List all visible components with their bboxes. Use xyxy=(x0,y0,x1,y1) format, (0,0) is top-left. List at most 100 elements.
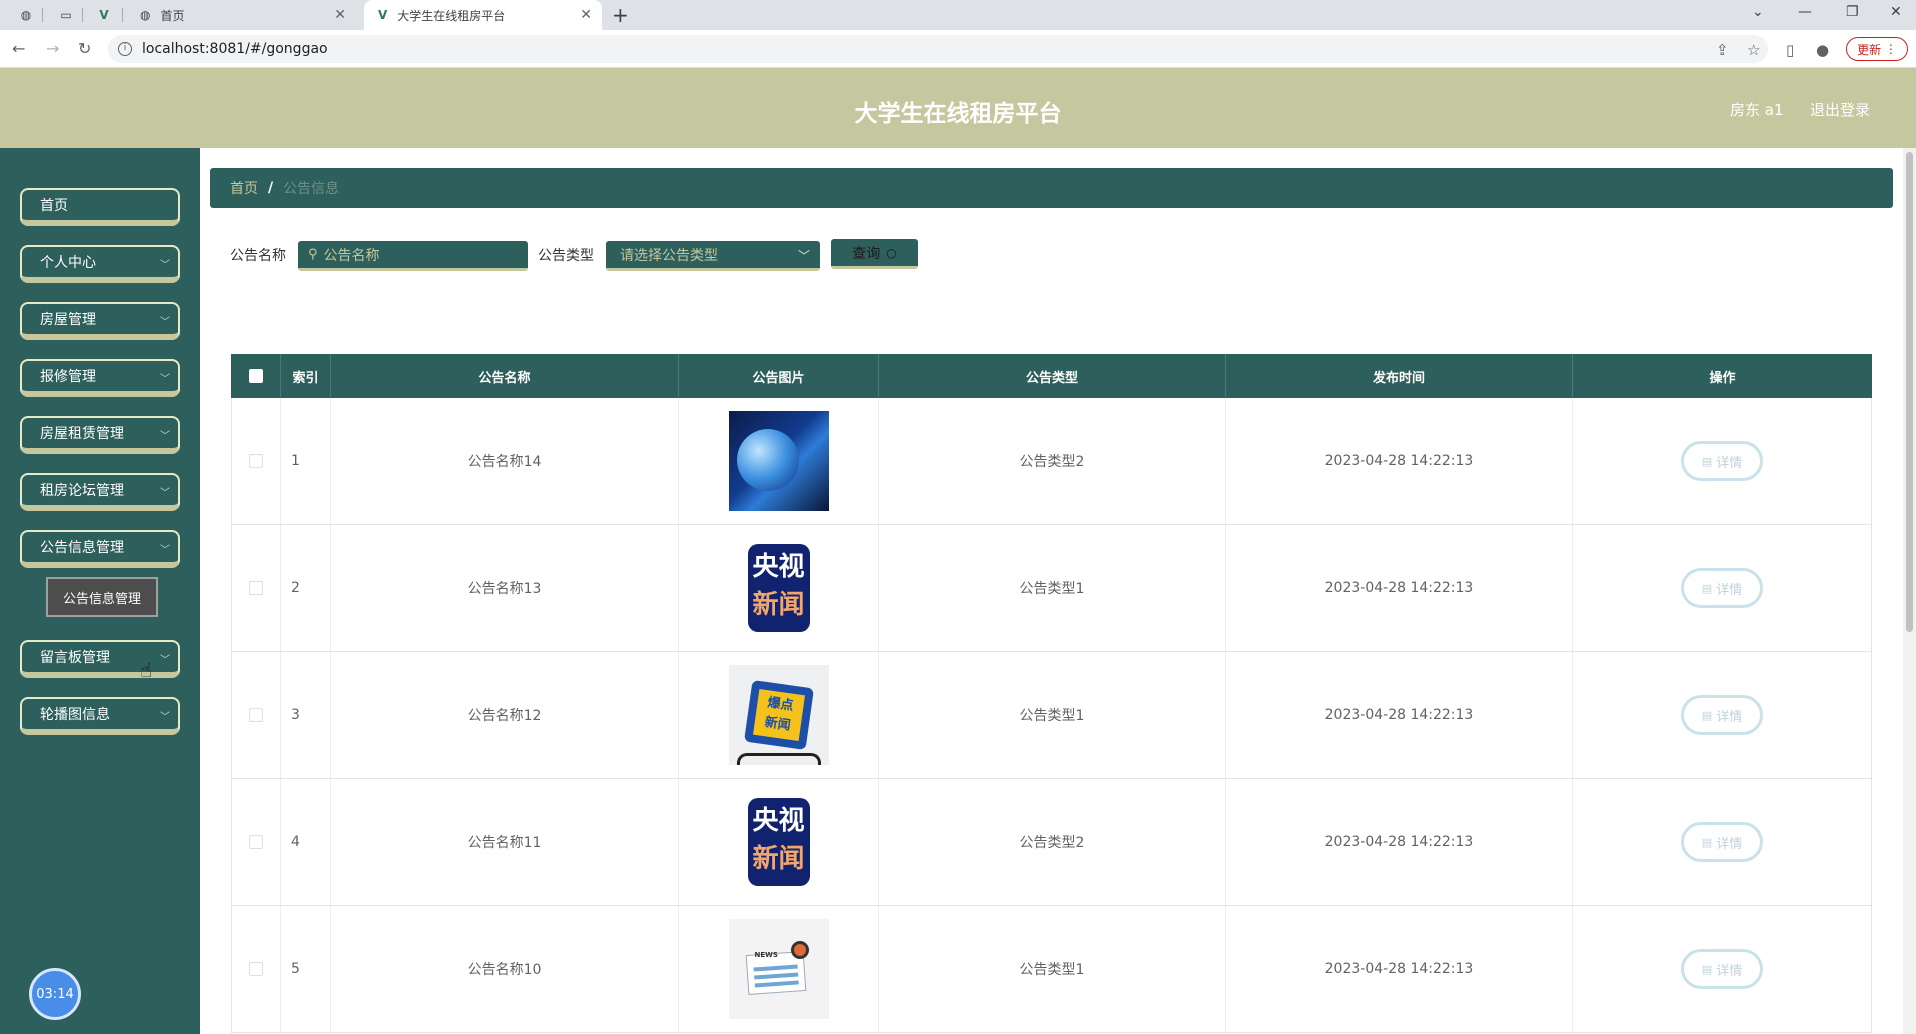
sidebar-item-house[interactable]: 房屋管理 ﹀ xyxy=(20,302,180,340)
select-all-cell xyxy=(231,354,281,398)
sidebar-item-carousel[interactable]: 轮播图信息 ﹀ xyxy=(20,697,180,735)
forward-icon[interactable]: → xyxy=(46,39,59,58)
sidebar-item-profile[interactable]: 个人中心 ﹀ xyxy=(20,245,180,283)
row-time: 2023-04-28 14:22:13 xyxy=(1226,398,1573,524)
minimize-icon[interactable]: — xyxy=(1798,4,1812,20)
row-checkbox[interactable] xyxy=(249,835,263,849)
app-title: 大学生在线租房平台 xyxy=(854,101,1062,127)
breadcrumb-home[interactable]: 首页 xyxy=(230,178,258,198)
close-icon[interactable]: ✕ xyxy=(580,7,592,23)
header-image: 公告图片 xyxy=(679,354,879,398)
notice-image[interactable]: NEWS xyxy=(728,919,829,1019)
row-image-cell: 爆点 新闻 xyxy=(679,652,879,778)
type-select-placeholder: 请选择公告类型 xyxy=(620,247,718,264)
row-time: 2023-04-28 14:22:13 xyxy=(1226,779,1573,905)
chevron-down-icon: ﹀ xyxy=(160,260,170,271)
row-type: 公告类型2 xyxy=(879,779,1226,905)
chevron-down-icon: ﹀ xyxy=(160,545,170,556)
sidebar-item-label: 房屋管理 xyxy=(40,312,96,328)
reload-icon[interactable]: ↻ xyxy=(78,39,91,58)
chevron-down-icon: ﹀ xyxy=(160,317,170,328)
sidebar-item-notice[interactable]: 公告信息管理 ﹀ xyxy=(20,530,180,568)
row-image-cell xyxy=(679,398,879,524)
name-search-input[interactable]: ⚲ 公告名称 xyxy=(298,241,528,271)
detail-button[interactable]: ▤ 详情 xyxy=(1681,568,1763,608)
close-icon[interactable]: ✕ xyxy=(334,7,346,23)
sidebar-item-label: 租房论坛管理 xyxy=(40,483,124,499)
update-label: 更新 xyxy=(1857,42,1882,57)
row-actions: ▤ 详情 xyxy=(1573,652,1871,778)
sidebar-item-repair[interactable]: 报修管理 ﹀ xyxy=(20,359,180,397)
notice-image[interactable]: 央视 新闻 xyxy=(728,538,829,638)
update-button[interactable]: 更新 ⋮ xyxy=(1846,37,1908,61)
window-close-icon[interactable]: ✕ xyxy=(1890,4,1902,20)
sidebar-item-message-board[interactable]: 留言板管理 ﹀ xyxy=(20,640,180,678)
sidebar-item-label: 首页 xyxy=(40,198,68,214)
detail-button[interactable]: ▤ 详情 xyxy=(1681,822,1763,862)
pinned-tab-3[interactable]: V xyxy=(88,0,120,30)
info-icon[interactable]: i xyxy=(118,42,132,56)
sidebar-item-forum[interactable]: 租房论坛管理 ﹀ xyxy=(20,473,180,511)
select-all-checkbox[interactable] xyxy=(248,369,263,383)
row-time: 2023-04-28 14:22:13 xyxy=(1226,906,1573,1032)
row-checkbox[interactable] xyxy=(249,708,263,722)
table-row: 5 公告名称10 NEWS 公告类型1 2023-04-28 14:22:13 … xyxy=(231,906,1872,1033)
table-row: 4 公告名称11 央视 新闻 公告类型2 2023-04-28 14:22:13 … xyxy=(231,779,1872,906)
new-tab-icon[interactable]: + xyxy=(612,3,629,27)
sidebar-subitem-notice[interactable]: 公告信息管理 xyxy=(46,577,158,617)
pinned-tab-1[interactable]: ◍ xyxy=(10,0,42,30)
side-panel-icon[interactable]: ▯ xyxy=(1786,41,1794,59)
bookmark-star-icon[interactable]: ☆ xyxy=(1747,41,1760,59)
detail-button[interactable]: ▤ 详情 xyxy=(1681,441,1763,481)
share-icon[interactable]: ⇪ xyxy=(1716,41,1729,59)
current-user: 房东 a1 xyxy=(1730,101,1784,119)
sidebar-item-home[interactable]: 首页 xyxy=(20,188,180,226)
breadcrumb: 首页 / 公告信息 xyxy=(210,168,1893,208)
page-icon: ▭ xyxy=(60,8,72,22)
header-index: 索引 xyxy=(281,354,331,398)
document-icon: ▤ xyxy=(1701,581,1713,595)
row-index: 1 xyxy=(281,398,331,524)
detail-label: 详情 xyxy=(1716,582,1743,598)
query-button[interactable]: 查询 ○ xyxy=(831,239,918,269)
type-select[interactable]: 请选择公告类型 ﹀ xyxy=(606,241,820,271)
sidebar-item-label: 报修管理 xyxy=(40,369,96,385)
row-checkbox[interactable] xyxy=(249,454,263,468)
detail-button[interactable]: ▤ 详情 xyxy=(1681,949,1763,989)
row-checkbox[interactable] xyxy=(249,581,263,595)
pinned-tab-2[interactable]: ▭ xyxy=(50,0,82,30)
row-select-cell xyxy=(232,525,281,651)
chevron-down-icon: ﹀ xyxy=(160,655,170,666)
globe-icon: ◍ xyxy=(140,8,151,22)
notice-image[interactable] xyxy=(728,411,829,511)
logout-link[interactable]: 退出登录 xyxy=(1810,99,1870,120)
detail-button[interactable]: ▤ 详情 xyxy=(1681,695,1763,735)
notice-image[interactable]: 央视 新闻 xyxy=(728,792,829,892)
sidebar-item-label: 轮播图信息 xyxy=(40,707,110,723)
back-icon[interactable]: ← xyxy=(12,39,25,58)
row-name: 公告名称12 xyxy=(331,652,679,778)
url-field[interactable]: i localhost:8081/#/gonggao xyxy=(108,35,1768,63)
sidebar-item-lease[interactable]: 房屋租赁管理 ﹀ xyxy=(20,416,180,454)
tab-home[interactable]: ◍ 首页 ✕ xyxy=(126,0,356,30)
document-icon: ▤ xyxy=(1701,962,1713,976)
row-time: 2023-04-28 14:22:13 xyxy=(1226,652,1573,778)
row-select-cell xyxy=(232,398,281,524)
notice-image[interactable]: 爆点 新闻 xyxy=(728,665,829,765)
row-index: 2 xyxy=(281,525,331,651)
url-text: localhost:8081/#/gonggao xyxy=(142,41,328,57)
detail-label: 详情 xyxy=(1716,455,1743,471)
clock-widget[interactable]: 03:14 xyxy=(29,968,81,1020)
query-label: 查询 xyxy=(852,245,881,262)
row-checkbox[interactable] xyxy=(249,962,263,976)
profile-icon[interactable]: ● xyxy=(1816,41,1829,59)
row-name: 公告名称14 xyxy=(331,398,679,524)
chevron-down-icon: ﹀ xyxy=(160,431,170,442)
restore-icon[interactable]: ❐ xyxy=(1846,4,1859,20)
scrollbar-thumb[interactable] xyxy=(1906,152,1913,632)
breadcrumb-separator: / xyxy=(268,180,274,196)
vue-logo-icon: V xyxy=(378,8,388,22)
browser-tab-bar: ◍ ▭ V ◍ 首页 ✕ V 大学生在线租房平台 ✕ + ⌄ — ❐ ✕ xyxy=(0,0,1916,30)
tab-active[interactable]: V 大学生在线租房平台 ✕ xyxy=(364,0,602,30)
tab-search-icon[interactable]: ⌄ xyxy=(1752,4,1764,20)
